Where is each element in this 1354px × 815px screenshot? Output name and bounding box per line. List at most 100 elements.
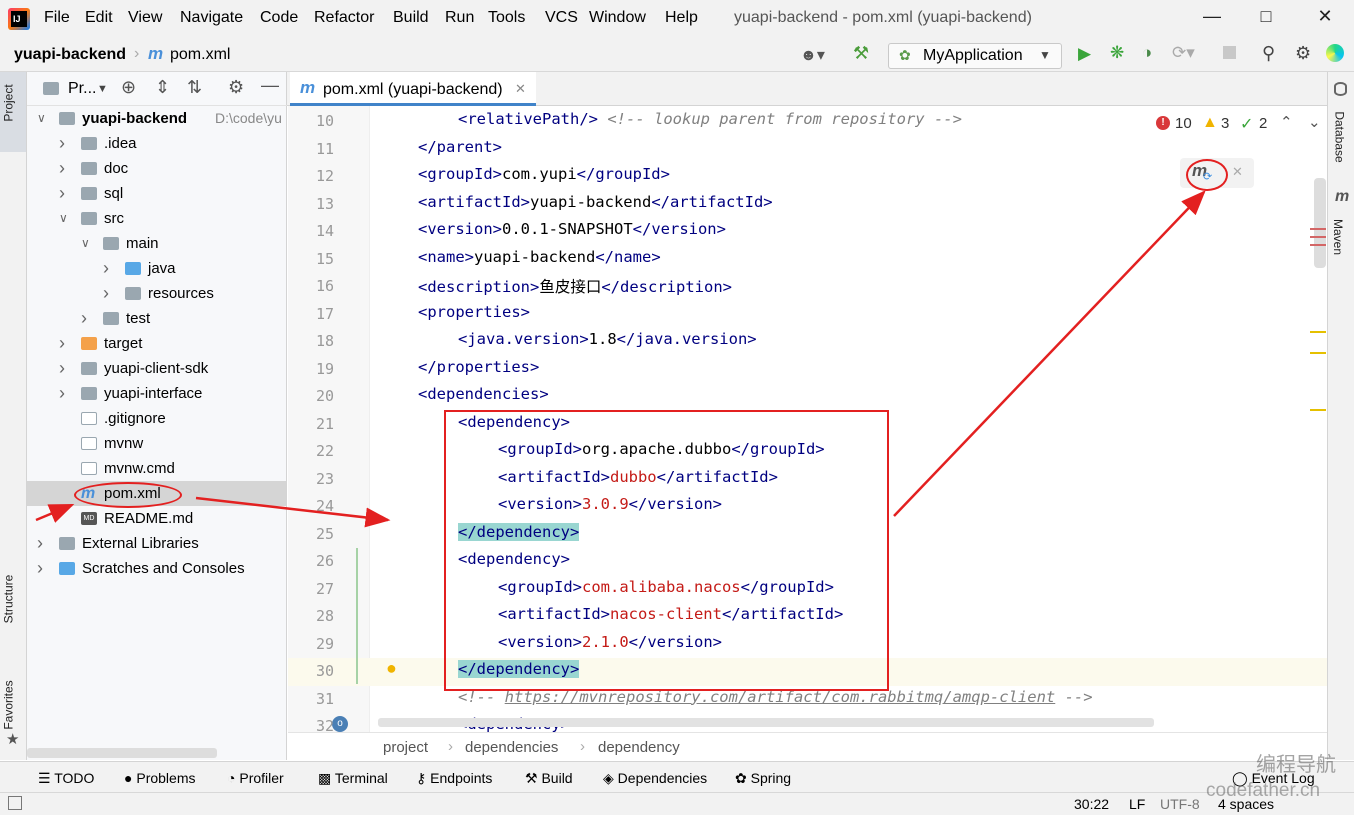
chevron-right-icon[interactable]: › [59,356,65,381]
chevron-right-icon[interactable]: › [59,381,65,406]
menu-help[interactable]: Help [665,9,698,27]
user-icon[interactable]: ☻▾ [800,45,825,65]
menu-view[interactable]: View [128,9,162,27]
tree-item[interactable]: .gitignore [27,406,286,431]
annotation-reload-ellipse [1186,159,1228,191]
breadcrumb-project[interactable]: project [383,739,428,756]
tree-item[interactable]: › yuapi-client-sdk [27,356,286,381]
menu-build[interactable]: Build [393,9,429,27]
editor-horizontal-scrollbar[interactable] [378,718,1154,727]
tree-item[interactable]: › External Libraries [27,531,286,556]
project-tool-tab[interactable]: Project [0,72,26,152]
tree-item[interactable]: › java [27,256,286,281]
code-line: </parent> [418,138,502,156]
menu-navigate[interactable]: Navigate [180,9,243,27]
problems-tool[interactable]: ● Problems [124,770,196,786]
chevron-right-icon[interactable]: › [59,131,65,156]
inspection-widget[interactable]: ! 10 ▲ 3 ✓ 2 ⌃ ⌄ [1156,113,1326,137]
menu-window[interactable]: Window [589,9,646,27]
minimize-button[interactable]: — [1192,6,1232,32]
menu-code[interactable]: Code [260,9,298,27]
coverage-icon[interactable]: ◑ [1142,43,1152,63]
editor-vertical-scrollbar[interactable] [1314,178,1326,268]
chevron-down-icon[interactable]: ∨ [37,106,46,131]
toggle-tool-windows-icon[interactable] [8,796,22,810]
tab-close-icon[interactable]: ✕ [515,81,526,97]
stop-icon[interactable] [1223,46,1236,59]
structure-tool-tab[interactable]: Structure [0,562,26,642]
breadcrumb-dependencies[interactable]: dependencies [465,739,558,756]
build-tool[interactable]: ⚒ Build [525,770,573,787]
hide-icon[interactable]: — [261,75,279,96]
chevron-right-icon[interactable]: › [59,181,65,206]
maximize-button[interactable]: □ [1246,6,1286,32]
expand-all-icon[interactable]: ⇕ [155,77,170,98]
tree-item[interactable]: › sql [27,181,286,206]
chevron-down-icon[interactable]: ∨ [59,206,68,231]
search-icon[interactable]: ⚲ [1262,43,1275,64]
tree-item-label: doc [104,160,129,177]
tree-item[interactable]: ∨ src [27,206,286,231]
close-button[interactable]: ✕ [1305,6,1345,32]
tree-item[interactable]: MD README.md [27,506,286,531]
collapse-all-icon[interactable]: ⇅ [187,77,202,98]
menu-refactor[interactable]: Refactor [314,9,374,27]
chevron-right-icon[interactable]: › [59,156,65,181]
terminal-tool[interactable]: ▩ Terminal [318,770,388,787]
project-view-select[interactable]: Pr... [68,80,96,98]
menu-tools[interactable]: Tools [488,9,525,27]
toolbox-icon[interactable] [1326,44,1344,62]
run-config-select[interactable]: ✿ MyApplication ▼ [888,43,1062,69]
tree-item[interactable]: › Scratches and Consoles [27,556,286,581]
tree-item[interactable]: ∨ main [27,231,286,256]
maven-tool-tab[interactable]: m Maven [1328,184,1354,264]
chevron-right-icon[interactable]: › [103,256,109,281]
gear-icon[interactable]: ⚙ [228,77,244,98]
tree-item[interactable]: › target [27,331,286,356]
next-highlight-icon[interactable]: ⌄ [1308,113,1321,131]
caret-position[interactable]: 30:22 [1074,796,1109,812]
nav-project[interactable]: yuapi-backend [14,46,126,64]
tree-item[interactable]: › resources [27,281,286,306]
tree-item[interactable]: › doc [27,156,286,181]
favorites-tool-tab[interactable]: Favorites ★ [0,668,26,752]
run-icon[interactable]: ▶ [1078,44,1091,64]
debug-icon[interactable]: ❋ [1110,43,1124,63]
build-hammer-icon[interactable]: ⚒ [853,43,869,64]
tree-item[interactable]: › yuapi-interface [27,381,286,406]
endpoints-tool[interactable]: ⚷ Endpoints [416,770,492,787]
tree-item[interactable]: mvnw.cmd [27,456,286,481]
profiler-tool[interactable]: ◔ Profiler [227,770,284,786]
chevron-right-icon[interactable]: › [81,306,87,331]
file-encoding[interactable]: UTF-8 [1160,796,1200,812]
popup-close-icon[interactable]: ✕ [1232,164,1243,180]
spring-tool[interactable]: ✿ Spring [735,770,791,787]
menu-vcs[interactable]: VCS [545,9,578,27]
database-tool-tab[interactable]: Database [1328,78,1354,174]
profile-icon[interactable]: ⟳▾ [1172,43,1195,63]
tree-item[interactable]: › test [27,306,286,331]
chevron-right-icon[interactable]: › [37,556,43,581]
settings-icon[interactable]: ⚙ [1295,43,1311,64]
line-separator[interactable]: LF [1129,796,1145,812]
menu-file[interactable]: File [44,9,70,27]
todo-tool[interactable]: ☰ TODO [38,770,94,787]
breadcrumb-dependency[interactable]: dependency [598,739,680,756]
tree-item[interactable]: › .idea [27,131,286,156]
chevron-right-icon[interactable]: › [59,331,65,356]
nav-file[interactable]: pom.xml [170,46,230,64]
tree-item[interactable]: ∨ yuapi-backend D:\code\yu [27,106,286,131]
prev-highlight-icon[interactable]: ⌃ [1280,113,1293,131]
tree-horizontal-scrollbar[interactable] [27,748,217,758]
chevron-right-icon[interactable]: › [103,281,109,306]
locate-icon[interactable]: ⊕ [121,77,136,98]
chevron-down-icon[interactable]: ∨ [81,231,90,256]
dependencies-tool[interactable]: ◈ Dependencies [603,770,707,787]
tree-item[interactable]: mvnw [27,431,286,456]
chevron-right-icon[interactable]: › [37,531,43,556]
menu-edit[interactable]: Edit [85,9,113,27]
code-token: --> [1055,687,1093,706]
menu-run[interactable]: Run [445,9,474,27]
code-line: <properties> [418,303,530,321]
tab-pom-xml[interactable]: m pom.xml (yuapi-backend) ✕ [290,72,536,106]
